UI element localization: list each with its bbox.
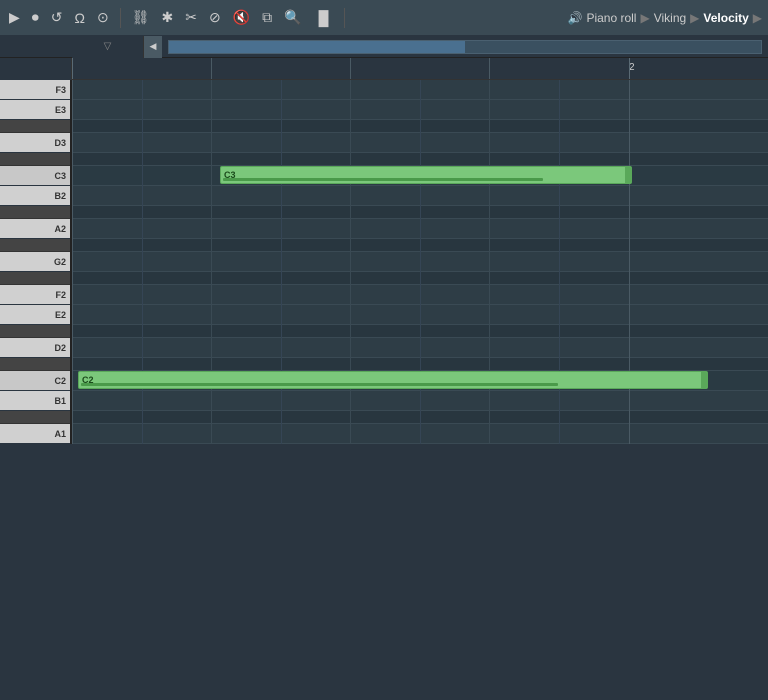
vline-sub4 [559,80,560,444]
piano-key-ab2[interactable] [0,239,70,252]
piano-key-d2[interactable]: D2 [0,338,70,358]
breadcrumb-arrow: ▶ [753,11,762,25]
piano-key-eb2[interactable] [0,325,70,338]
ruler-tick-beat1 [211,58,212,79]
timeline-scrollbar-thumb [169,41,465,53]
ruler-bar: 2 [0,58,768,80]
piano-key-f2[interactable]: F2 [0,285,70,305]
no-icon[interactable]: ⊘ [206,7,224,28]
piano-key-cs2[interactable] [0,358,70,371]
vline-sub2 [281,80,282,444]
vline-sub1 [142,80,143,444]
piano-key-a2[interactable]: A2 [0,219,70,239]
piano-key-b2[interactable]: B2 [0,186,70,206]
circle-icon[interactable]: ⊙ [94,7,112,28]
metronome-icon[interactable]: ▐▌ [311,8,337,28]
separator-2 [344,8,345,28]
vline-bar1 [72,80,73,444]
vline-bar2 [629,80,630,444]
piano-key-f3[interactable]: F3 [0,80,70,100]
ruler-tick-1 [72,58,73,79]
piano-key-d3[interactable]: D3 [0,133,70,153]
loop-icon[interactable]: ↺ [48,7,66,28]
record-icon[interactable]: ⏺ [29,7,42,28]
cut-icon[interactable]: ✂ [182,7,200,28]
scrollable-area: F3 E3 D3 C3 B2 A2 G2 F2 E2 [0,80,768,444]
vline-beat3 [489,80,490,444]
ruler-piano-space [0,58,72,80]
omega-icon[interactable]: Ω [72,8,88,28]
mute-icon[interactable]: 🔇 [230,7,253,28]
piano-key-fs2[interactable] [0,272,70,285]
breadcrumb-parameter: Velocity [703,11,748,25]
breadcrumb-sep2: ▶ [690,11,699,25]
timeline-corner: ▽ [104,41,112,52]
zoom-icon[interactable]: 🔍 [281,7,304,28]
breadcrumb-piano-roll: Piano roll [586,11,636,25]
separator-1 [120,8,121,28]
timeline-scrollbar[interactable] [168,40,762,54]
vline-beat2 [350,80,351,444]
piano-key-e3[interactable]: E3 [0,100,70,120]
ruler-tick-beat3 [489,58,490,79]
note-c3-label: C3 [221,170,236,180]
chain-icon[interactable]: ⛓ [129,7,153,28]
piano-key-g2[interactable]: G2 [0,252,70,272]
note-c3-velocity [223,178,543,181]
piano-key-bb1[interactable] [0,411,70,424]
note-c3-resize[interactable] [625,167,631,183]
breadcrumb: 🔊 Piano roll ▶ Viking ▶ Velocity ▶ [567,11,762,25]
breadcrumb-instrument: Viking [654,11,686,25]
piano-keys: F3 E3 D3 C3 B2 A2 G2 F2 E2 [0,80,72,444]
grid[interactable]: C3 C2 [72,80,768,444]
piano-key-a1[interactable]: A1 [0,424,70,444]
ruler-tick-beat2 [350,58,351,79]
piano-key-cs3[interactable] [0,153,70,166]
note-c2[interactable]: C2 [78,371,708,389]
piano-key-c3[interactable]: C3 [0,166,70,186]
piano-key-bb2[interactable] [0,206,70,219]
note-c2-label: C2 [79,375,94,385]
content-area: 2 F3 E3 D3 C3 B2 [0,58,768,444]
play-icon[interactable]: ▶ [6,7,23,28]
vline-sub3 [420,80,421,444]
breadcrumb-sep1: ▶ [640,11,649,25]
note-c2-velocity [81,383,558,386]
timeline: ▽ ◀ [0,36,768,58]
ruler-tick-bar2 [629,58,630,79]
ruler-ticks: 2 [72,58,768,79]
piano-key-b1[interactable]: B1 [0,391,70,411]
piano-key-eb3[interactable] [0,120,70,133]
breadcrumb-speaker-icon: 🔊 [567,11,582,25]
note-c3[interactable]: C3 [220,166,632,184]
star-icon[interactable]: ✱ [159,7,177,28]
piano-key-c2[interactable]: C2 [0,371,70,391]
toolbar: ▶ ⏺ ↺ Ω ⊙ ⛓ ✱ ✂ ⊘ 🔇 ⧉ 🔍 ▐▌ 🔊 Piano roll … [0,0,768,36]
vline-beat1 [211,80,212,444]
note-c2-resize[interactable] [701,372,707,388]
piano-key-e2[interactable]: E2 [0,305,70,325]
select-icon[interactable]: ⧉ [259,7,275,28]
timeline-scroll-left[interactable]: ◀ [144,36,162,58]
